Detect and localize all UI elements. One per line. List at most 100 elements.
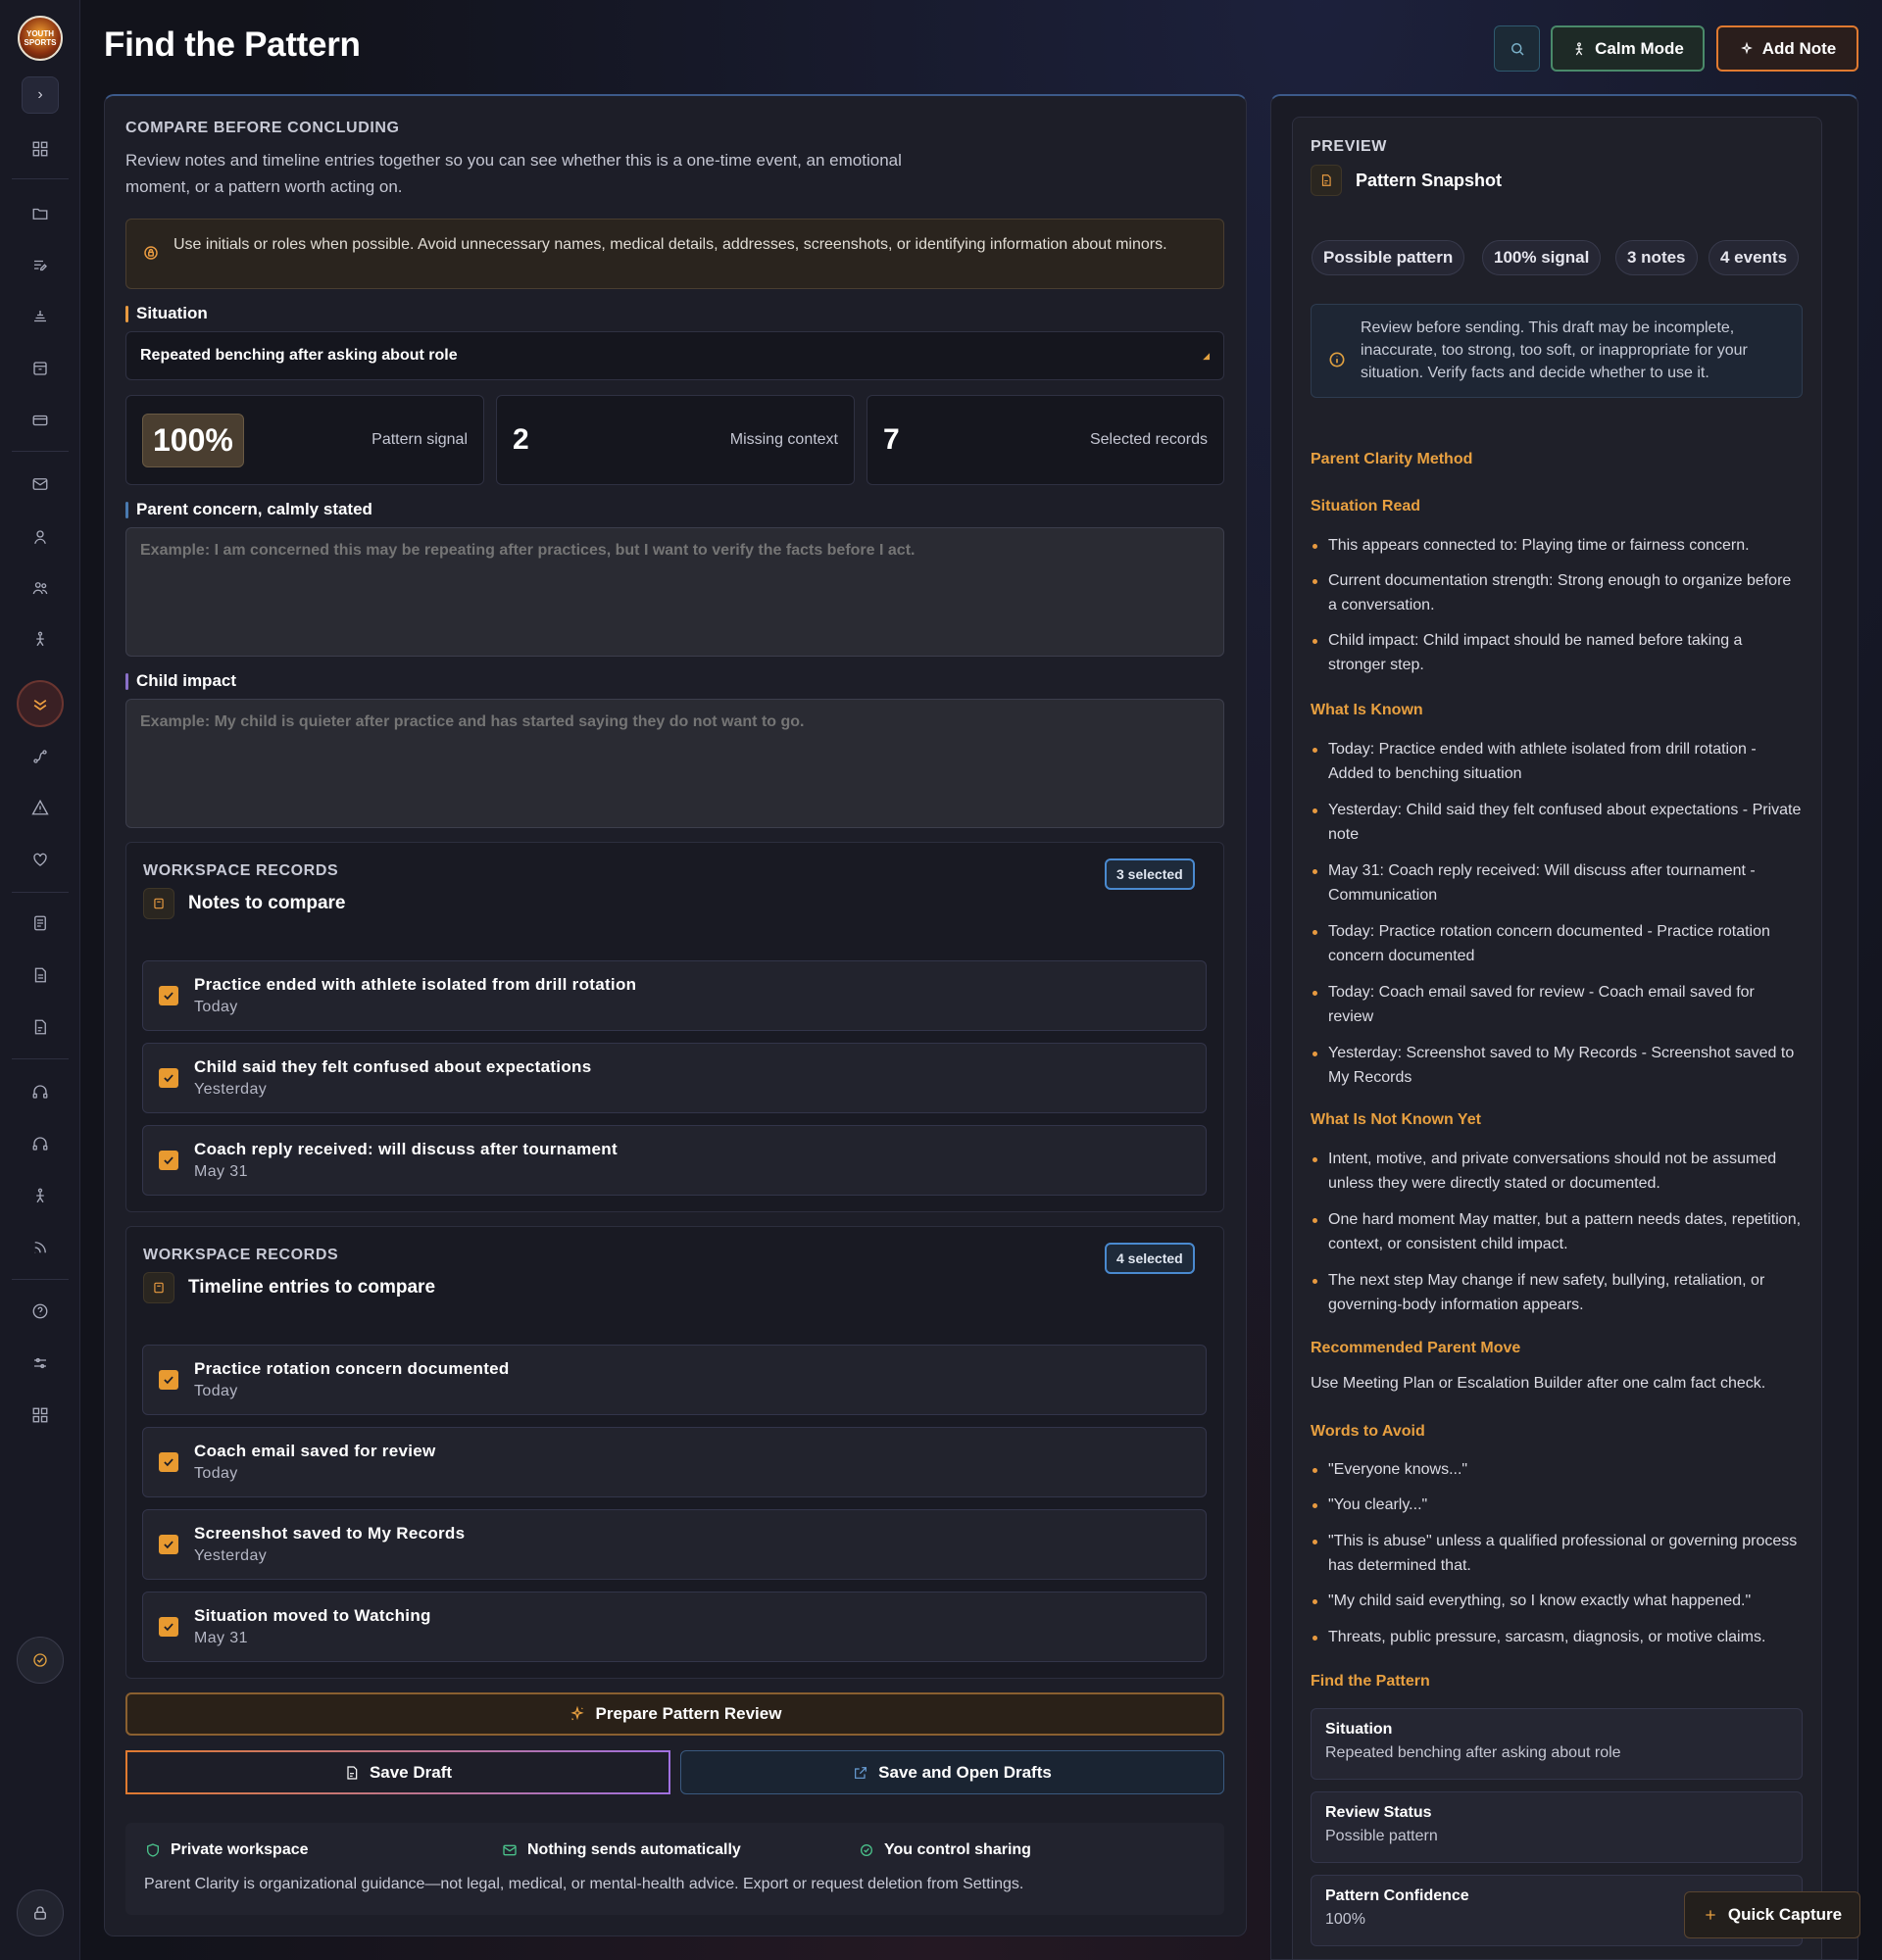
sidebar-item-profile[interactable] (26, 523, 54, 551)
parent-concern-input[interactable] (125, 527, 1224, 657)
sidebar-item-exports[interactable] (26, 1013, 54, 1041)
mail-icon (503, 1844, 517, 1856)
known-item: Today: Practice rotation concern documen… (1311, 919, 1803, 968)
sidebar-item-athlete[interactable] (26, 625, 54, 653)
disclaimer-text: Parent Clarity is organizational guidanc… (144, 1876, 1024, 1892)
warning-icon (31, 799, 49, 815)
note-item[interactable]: Child said they felt confused about expe… (142, 1043, 1207, 1113)
document-icon (143, 888, 174, 919)
add-note-label: Add Note (1761, 38, 1837, 58)
external-link-icon (855, 1766, 867, 1779)
archive-icon (33, 362, 47, 375)
prepare-pattern-review-button[interactable]: Prepare Pattern Review (125, 1692, 1224, 1736)
summary-key: Situation (1325, 1721, 1393, 1738)
checkbox-checked-icon[interactable] (159, 1151, 178, 1170)
save-draft-label: Save Draft (369, 1762, 453, 1782)
timeline-records-eyebrow: WORKSPACE RECORDS (143, 1247, 339, 1263)
sidebar-item-wellbeing[interactable] (26, 846, 54, 873)
timeline-item-date: Today (194, 1383, 238, 1399)
save-draft-button[interactable]: Save Draft (125, 1750, 670, 1794)
add-note-button[interactable]: Add Note (1716, 25, 1858, 72)
app-logo[interactable]: YOUTH SPORTS (18, 16, 63, 61)
timeline-item[interactable]: Situation moved to Watching May 31 (142, 1592, 1207, 1662)
situation-selected-value: Repeated benching after asking about rol… (140, 347, 458, 364)
save-open-drafts-button[interactable]: Save and Open Drafts (680, 1750, 1224, 1794)
timeline-selected-badge: 4 selected (1105, 1243, 1195, 1274)
sidebar-item-apps[interactable] (26, 1401, 54, 1429)
sidebar-expand-button[interactable]: › (22, 76, 59, 114)
sidebar: YOUTH SPORTS › (0, 0, 80, 1960)
save-open-drafts-label: Save and Open Drafts (878, 1762, 1052, 1782)
note-item-date: Today (194, 999, 238, 1015)
sidebar-item-routes[interactable] (26, 743, 54, 770)
child-impact-input[interactable] (125, 699, 1224, 828)
sidebar-item-notes[interactable] (26, 252, 54, 279)
control-sharing-item: You control sharing (859, 1841, 1031, 1859)
checkbox-checked-icon[interactable] (159, 986, 178, 1005)
situation-select[interactable]: Repeated benching after asking about rol… (125, 331, 1224, 380)
info-icon (1329, 352, 1345, 368)
search-button[interactable] (1494, 25, 1540, 72)
situation-read-item: Current documentation strength: Strong e… (1311, 568, 1803, 617)
recommended-text: Use Meeting Plan or Escalation Builder a… (1311, 1375, 1766, 1392)
method-heading: Parent Clarity Method (1311, 451, 1473, 467)
sidebar-item-settings[interactable] (26, 1349, 54, 1377)
known-item: Yesterday: Child said they felt confused… (1311, 798, 1803, 847)
timeline-item[interactable]: Practice rotation concern documented Toda… (142, 1345, 1207, 1415)
page-title: Find the Pattern (104, 25, 361, 64)
search-icon (1511, 42, 1524, 56)
preview-title-text: Pattern Snapshot (1356, 170, 1503, 190)
compare-description: Review notes and timeline entries togeth… (125, 151, 902, 196)
user-icon (34, 530, 46, 544)
sparkle-icon (1740, 41, 1753, 54)
pattern-signal-label: Pattern signal (371, 431, 468, 448)
sidebar-item-dashboard[interactable] (26, 135, 54, 163)
missing-context-label: Missing context (729, 431, 838, 448)
sidebar-item-calm[interactable] (26, 1182, 54, 1209)
private-workspace-label: Private workspace (171, 1841, 309, 1858)
note-item-name: Child said they felt confused about expe… (194, 1057, 592, 1076)
sidebar-item-drafts[interactable] (26, 961, 54, 989)
sidebar-item-records[interactable] (26, 407, 54, 434)
grid-icon (32, 1407, 48, 1423)
stack-icon (34, 311, 46, 322)
users-icon (32, 582, 48, 595)
sidebar-item-find-pattern[interactable] (17, 680, 64, 727)
note-item[interactable]: Coach reply received: will discuss after… (142, 1125, 1207, 1196)
note-item-date: May 31 (194, 1163, 248, 1180)
checkbox-checked-icon[interactable] (159, 1617, 178, 1637)
sidebar-item-folders[interactable] (26, 200, 54, 227)
sidebar-lock-button[interactable] (17, 1889, 64, 1936)
note-item[interactable]: Practice ended with athlete isolated fro… (142, 960, 1207, 1031)
checkbox-checked-icon[interactable] (159, 1452, 178, 1472)
check-circle-icon (861, 1844, 872, 1856)
sidebar-item-feed[interactable] (26, 1234, 54, 1261)
known-item: Today: Practice ended with athlete isola… (1311, 737, 1803, 786)
timeline-item[interactable]: Coach email saved for review Today (142, 1427, 1207, 1497)
checkbox-checked-icon[interactable] (159, 1068, 178, 1088)
checkbox-checked-icon[interactable] (159, 1535, 178, 1554)
sidebar-item-help[interactable] (26, 1298, 54, 1325)
calm-mode-label: Calm Mode (1595, 38, 1684, 58)
sidebar-item-timeline[interactable] (26, 303, 54, 330)
sidebar-item-documents[interactable] (26, 909, 54, 937)
lock-shield-icon (144, 246, 158, 260)
avoid-item: Threats, public pressure, sarcasm, diagn… (1311, 1625, 1803, 1649)
lock-icon (34, 1906, 46, 1920)
pattern-signal-value: 100% (142, 413, 244, 467)
not-known-item: The next step May change if new safety, … (1311, 1268, 1803, 1317)
sidebar-item-archive[interactable] (26, 355, 54, 382)
sidebar-item-messages[interactable] (26, 470, 54, 498)
help-icon (32, 1303, 48, 1319)
calm-mode-button[interactable]: Calm Mode (1551, 25, 1705, 72)
checkbox-checked-icon[interactable] (159, 1370, 178, 1390)
sidebar-item-team[interactable] (26, 574, 54, 602)
sidebar-item-listen[interactable] (26, 1130, 54, 1157)
quick-capture-button[interactable]: Quick Capture (1684, 1891, 1860, 1938)
sidebar-divider (12, 1279, 69, 1280)
sidebar-item-escalation[interactable] (26, 794, 54, 821)
sidebar-verified-button[interactable] (17, 1637, 64, 1684)
timeline-item[interactable]: Screenshot saved to My Records Yesterday (142, 1509, 1207, 1580)
route-icon (33, 750, 47, 763)
sidebar-item-support[interactable] (26, 1078, 54, 1105)
